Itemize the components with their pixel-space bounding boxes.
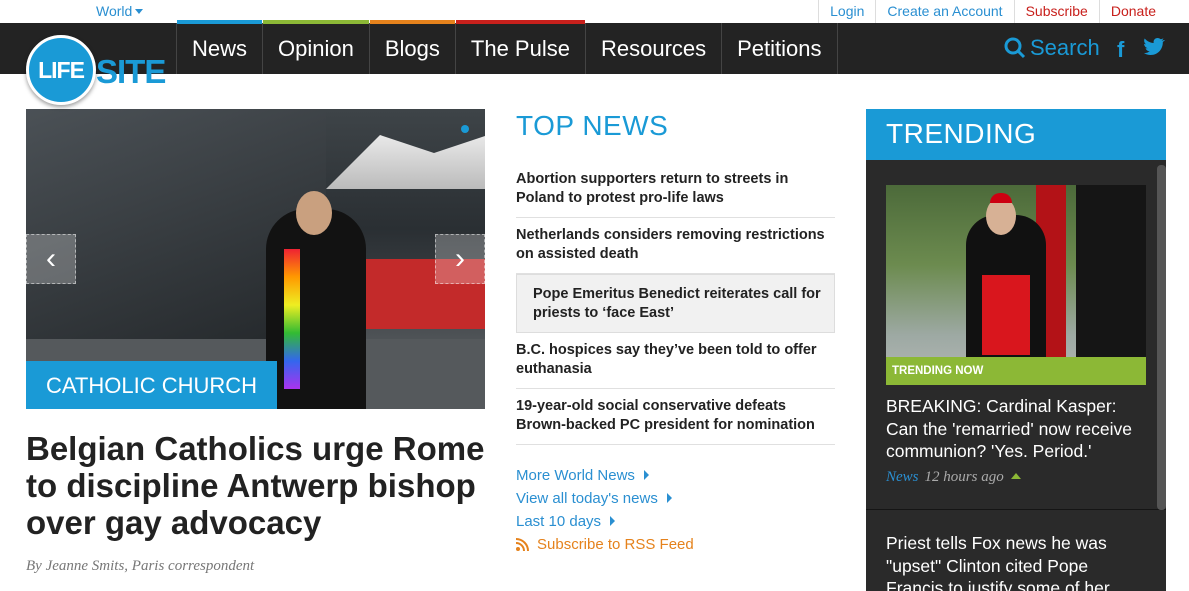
last-10-days-link[interactable]: Last 10 days xyxy=(516,513,694,536)
nav-label: News xyxy=(192,35,248,61)
nav-item-blogs[interactable]: Blogs xyxy=(368,20,455,74)
hero-category-tag[interactable]: CATHOLIC CHURCH xyxy=(26,361,278,409)
trending-photo-sash xyxy=(982,275,1030,355)
arrow-right-icon xyxy=(666,493,672,503)
subscribe-link[interactable]: Subscribe xyxy=(1013,0,1099,23)
link-label: View all today's news xyxy=(516,490,658,507)
slider-next-button[interactable]: › xyxy=(435,234,485,284)
nav-accent xyxy=(263,20,369,24)
hero-photo-face xyxy=(296,191,332,235)
rss-feed-link[interactable]: Subscribe to RSS Feed xyxy=(516,536,694,553)
trending-up-icon xyxy=(1010,473,1021,479)
region-selector[interactable]: World xyxy=(96,3,144,19)
nav-item-resources[interactable]: Resources xyxy=(584,23,721,74)
trending-story-title[interactable]: Priest tells Fox news he was "upset" Cli… xyxy=(886,532,1126,591)
rss-icon xyxy=(516,538,529,551)
top-news-item[interactable]: 19-year-old social conservative defeats … xyxy=(516,389,835,445)
login-link[interactable]: Login xyxy=(818,0,875,23)
slide-indicator[interactable] xyxy=(461,125,469,133)
logo-life: LIFE xyxy=(38,56,85,83)
trending-photo-figure xyxy=(1076,185,1146,385)
nav-item-opinion[interactable]: Opinion xyxy=(262,20,369,74)
top-news-item[interactable]: B.C. hospices say they’ve been told to o… xyxy=(516,333,835,389)
nav-accent xyxy=(455,20,585,24)
logo-badge[interactable]: LIFE xyxy=(26,35,96,105)
nav-label: Resources xyxy=(600,35,707,61)
main-nav: LIFE SITE News Opinion Blogs The Pulse R… xyxy=(0,20,1189,105)
nav-label: Blogs xyxy=(384,35,440,61)
logo-site[interactable]: SITE xyxy=(96,53,166,91)
link-label: Last 10 days xyxy=(516,513,602,530)
view-all-today-link[interactable]: View all today's news xyxy=(516,490,694,513)
nav-accent xyxy=(369,20,455,24)
caret-down-icon xyxy=(135,9,144,14)
trending-photo-cap xyxy=(990,193,1012,203)
trending-panel: TRENDING TRENDING NOW BREAKING: Cardinal… xyxy=(866,109,1166,591)
hero-photo-tent xyxy=(326,129,485,189)
facebook-icon[interactable]: f xyxy=(1117,37,1124,63)
top-news-item[interactable]: Netherlands considers removing restricti… xyxy=(516,218,835,274)
create-account-link[interactable]: Create an Account xyxy=(875,0,1013,23)
top-news-item[interactable]: Abortion supporters return to streets in… xyxy=(516,162,835,218)
trending-now-badge: TRENDING NOW xyxy=(886,357,1146,385)
arrow-right-icon xyxy=(643,470,649,480)
nav-item-news[interactable]: News xyxy=(176,20,263,74)
account-links: Login Create an Account Subscribe Donate xyxy=(818,0,1167,23)
top-news-links: More World News View all today's news La… xyxy=(516,467,694,553)
twitter-icon[interactable] xyxy=(1143,37,1165,63)
trending-section-link[interactable]: News xyxy=(886,469,919,485)
nav-items: News Opinion Blogs The Pulse Resources P… xyxy=(176,20,838,74)
trending-story-meta: News 12 hours ago xyxy=(886,469,1021,486)
divider xyxy=(866,509,1166,510)
link-label: More World News xyxy=(516,467,635,484)
top-news-title: TOP NEWS xyxy=(516,110,669,141)
nav-accent xyxy=(177,20,263,24)
chevron-left-icon: ‹ xyxy=(46,242,56,275)
nav-label: Petitions xyxy=(737,35,822,61)
trending-image[interactable]: TRENDING NOW xyxy=(886,185,1146,385)
chevron-right-icon: › xyxy=(455,242,465,275)
search-label: Search xyxy=(1030,35,1100,60)
trending-story-title[interactable]: BREAKING: Cardinal Kasper: Can the 'rema… xyxy=(886,395,1151,463)
top-news-list: Abortion supporters return to streets in… xyxy=(516,162,835,445)
arrow-right-icon xyxy=(610,516,616,526)
search-icon xyxy=(1004,37,1026,59)
nav-label: The Pulse xyxy=(470,35,570,61)
hero-photo-priest xyxy=(266,209,366,409)
nav-item-the-pulse[interactable]: The Pulse xyxy=(454,20,585,74)
donate-link[interactable]: Donate xyxy=(1098,0,1167,23)
top-news-item-highlighted[interactable]: Pope Emeritus Benedict reiterates call f… xyxy=(516,274,835,333)
rss-label: Subscribe to RSS Feed xyxy=(537,536,694,553)
nav-label: Opinion xyxy=(278,35,354,61)
trending-title: TRENDING xyxy=(866,109,1166,160)
more-world-news-link[interactable]: More World News xyxy=(516,467,694,490)
trending-time: 12 hours ago xyxy=(924,469,1004,485)
region-label: World xyxy=(96,3,133,19)
nav-item-petitions[interactable]: Petitions xyxy=(721,23,838,74)
trending-scrollbar[interactable] xyxy=(1157,165,1166,510)
hero-photo-stole xyxy=(284,249,300,389)
search-button[interactable]: Search xyxy=(1004,35,1100,61)
hero-image[interactable]: ‹ › CATHOLIC CHURCH xyxy=(26,109,485,409)
hero-byline: By Jeanne Smits, Paris correspondent xyxy=(26,558,255,574)
hero-headline[interactable]: Belgian Catholics urge Rome to disciplin… xyxy=(26,430,496,541)
slider-prev-button[interactable]: ‹ xyxy=(26,234,76,284)
